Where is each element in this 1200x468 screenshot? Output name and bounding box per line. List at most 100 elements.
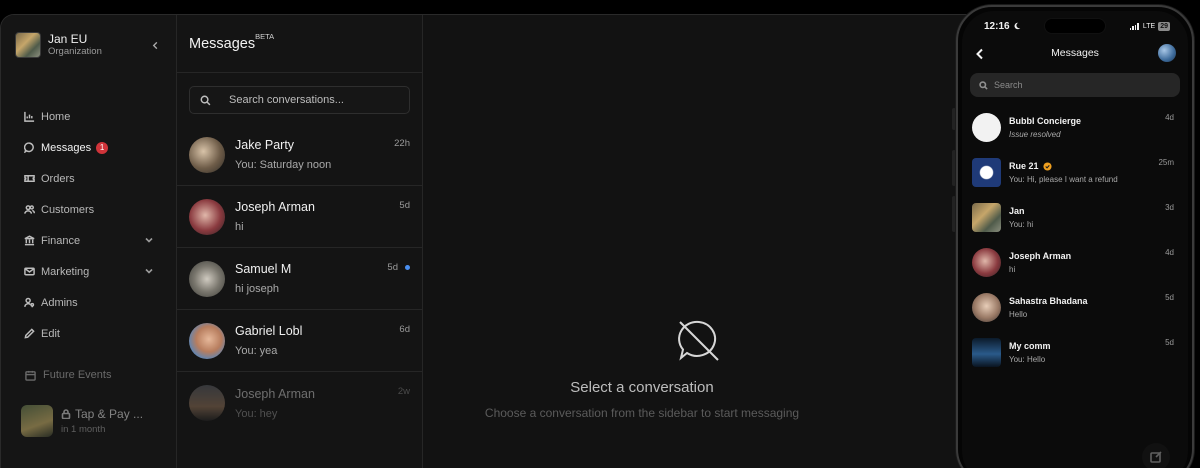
avatar [189,198,225,235]
ticket-icon [23,173,35,185]
event-thumbnail [21,405,53,437]
sidebar-item-admins[interactable]: Admins [1,287,176,318]
avatar[interactable] [1158,44,1176,62]
dynamic-island [1044,18,1107,34]
avatar [972,293,1001,322]
status-bar: 12:16 LTE 29 [962,15,1188,37]
conversation-item[interactable]: Joseph Arman hi 5d [177,186,422,248]
sidebar-item-customers[interactable]: Customers [1,194,176,225]
sidebar: Jan EU Organization Home Messages 1 Orde… [1,15,177,468]
conversation-time: 5d [399,200,410,211]
lock-icon [61,409,71,419]
list-item[interactable]: Rue 21 You: Hi, please I want a refund 2… [962,150,1188,195]
verified-badge-icon [1042,161,1052,171]
contact-name: Joseph Arman [1009,251,1072,261]
message-time: 3d [1165,203,1174,212]
user-key-icon [23,297,35,309]
avatar [972,203,1001,232]
signal-icon [1129,22,1140,30]
avatar [189,260,225,297]
chevron-down-icon[interactable] [144,266,154,276]
home-chart-icon [23,111,35,123]
message-time: 5d [1165,293,1174,302]
avatar [189,385,225,421]
sidebar-item-label: Edit [41,327,60,340]
sidebar-item-orders[interactable]: Orders [1,163,176,194]
message-preview: You: Hello [1009,355,1046,364]
chevron-left-icon [152,41,157,49]
phone-search-input[interactable] [994,80,1154,90]
calendar-icon [25,370,36,381]
conversation-name: Gabriel Lobl [235,324,303,338]
message-preview: Issue resolved [1009,130,1061,139]
page-title: Messages [189,36,256,52]
org-switcher[interactable]: Jan EU Organization [1,31,176,59]
org-name: Jan EU [48,32,88,46]
sidebar-item-label: Marketing [41,265,90,278]
list-item[interactable]: Jan You: hi 3d [962,195,1188,240]
future-events-label: Future Events [43,369,112,381]
conversation-name: Joseph Arman [235,200,315,214]
event-when: in 1 month [61,424,106,435]
conversation-preview: You: yea [235,345,278,357]
pencil-icon [23,328,35,340]
sidebar-item-marketing[interactable]: Marketing [1,256,176,287]
unread-badge: 1 [96,141,109,154]
chevron-down-icon[interactable] [144,235,154,245]
conversation-name: Jake Party [235,138,295,152]
compose-button[interactable] [1142,443,1170,468]
chat-bubble-icon [23,142,35,154]
message-time: 5d [1165,338,1174,347]
bank-icon [23,235,35,247]
sidebar-item-edit[interactable]: Edit [1,318,176,349]
conversation-preview: hi joseph [235,283,280,295]
list-item[interactable]: Joseph Arman hi 4d [962,240,1188,285]
search-icon [200,95,211,105]
conversation-item[interactable]: Jake Party You: Saturday noon 22h [177,124,422,186]
list-item[interactable]: My comm You: Hello 5d [962,330,1188,375]
phone-search-bar[interactable] [970,73,1180,97]
search-input[interactable] [229,94,399,106]
conversation-preview: hi [235,221,244,233]
sidebar-item-home[interactable]: Home [1,101,176,132]
avatar [972,113,1001,142]
contact-name: My comm [1009,341,1051,351]
search-conversations[interactable] [189,86,410,114]
conversation-name: Samuel M [235,262,292,276]
avatar [972,158,1001,187]
future-events-header: Future Events [25,369,111,381]
org-logo [15,32,41,58]
org-type: Organization [48,46,102,57]
list-item[interactable]: Bubbl Concierge Issue resolved 4d [962,105,1188,150]
conversation-preview: You: Saturday noon [235,159,332,171]
list-item[interactable]: Sahastra Bhadana Hello 5d [962,285,1188,330]
battery-icon: 29 [1158,21,1170,31]
sidebar-item-label: Customers [41,203,95,216]
sidebar-item-label: Finance [41,234,81,247]
contact-name: Rue 21 [1009,161,1039,171]
avatar [189,136,225,173]
empty-state-subtitle: Choose a conversation from the sidebar t… [484,406,800,420]
conversation-item[interactable]: Gabriel Lobl You: yea 6d [177,310,422,372]
beta-badge: BETA [255,32,275,41]
message-preview: You: hi [1009,220,1034,229]
phone-screen: 12:16 LTE 29 Messages Search Bubbl Conci… [962,11,1188,468]
conversations-panel: MessagesBETA Jake Party You: Saturday no… [177,15,423,468]
empty-state: Select a conversation Choose a conversat… [423,317,1009,420]
sidebar-item-finance[interactable]: Finance [1,225,176,256]
compose-icon [1150,451,1162,463]
message-preview: Hello [1009,310,1028,319]
sidebar-item-label: Admins [41,296,78,309]
phone-conversation-list: Bubbl Concierge Issue resolved 4d Rue 21… [962,105,1188,375]
message-time: 4d [1165,113,1174,122]
collapse-sidebar-button[interactable] [148,38,162,52]
sidebar-item-messages[interactable]: Messages 1 [1,132,176,163]
conversation-item[interactable]: Samuel M hi joseph 5d [177,248,422,310]
conversation-time: 6d [399,324,410,335]
conversation-view: Select a conversation Choose a conversat… [423,15,1009,468]
contact-name: Jan [1009,206,1025,216]
phone-header: Messages [962,39,1188,67]
chat-off-icon [675,317,723,365]
message-preview: hi [1009,265,1016,274]
future-event-item[interactable]: Tap & Pay ... in 1 month [21,405,143,437]
